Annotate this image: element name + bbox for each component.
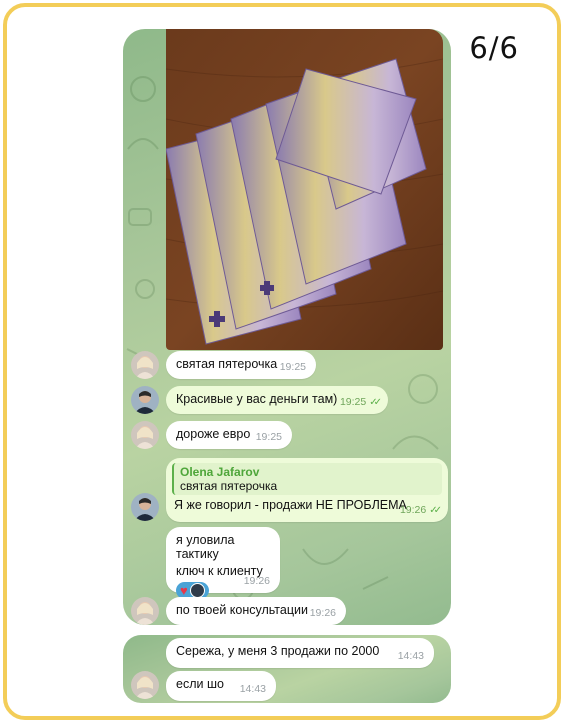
message-text: Я же говорил - продажи НЕ ПРОБЛЕМА — [174, 498, 407, 512]
message-bubble[interactable]: если шо 14:43 — [166, 671, 276, 701]
avatar-olena[interactable] — [131, 421, 159, 449]
message-bubble[interactable]: дороже евро 19:25 — [166, 421, 292, 449]
message-time: 19:26 — [243, 575, 270, 587]
message-time: 14:43 — [397, 650, 424, 662]
reactor-avatar — [189, 583, 205, 598]
message-bubble[interactable]: святая пятерочка 19:25 — [166, 351, 316, 379]
heart-icon: ♥ — [180, 583, 188, 598]
message-text: Красивые у вас деньги там) — [176, 392, 338, 406]
avatar-sergey[interactable] — [131, 493, 159, 521]
message-text: Сережа, у меня 3 продажи по 2000 — [176, 644, 380, 658]
chat-window-2: Сережа, у меня 3 продажи по 2000 14:43 е… — [123, 635, 451, 703]
message-bubble[interactable]: по твоей консультации 19:26 — [166, 597, 346, 625]
banknotes-photo[interactable] — [166, 29, 443, 350]
quote-author: Olena Jafarov — [180, 465, 260, 479]
message-time: 19:25 — [255, 431, 282, 443]
slide-counter: 6/6 — [469, 31, 519, 65]
message-meta: 19:25 ✓✓ — [339, 396, 382, 408]
message-text: святая пятерочка — [176, 357, 278, 371]
double-check-icon: ✓✓ — [429, 505, 442, 516]
avatar-olena[interactable] — [131, 597, 159, 625]
chat-window: святая пятерочка 19:25 Красивые у вас де… — [123, 29, 451, 625]
message-text: если шо — [176, 677, 224, 691]
message-time: 14:43 — [239, 683, 266, 695]
avatar-olena[interactable] — [131, 351, 159, 379]
avatar-sergey[interactable] — [131, 386, 159, 414]
quote-text: святая пятерочка — [180, 479, 278, 493]
avatar-olena[interactable] — [131, 671, 159, 699]
message-time: 19:25 — [279, 361, 306, 373]
reply-quote[interactable]: Olena Jafarov святая пятерочка — [172, 463, 442, 495]
double-check-icon: ✓✓ — [369, 397, 382, 408]
message-text: дороже евро — [176, 427, 251, 441]
message-bubble[interactable]: Сережа, у меня 3 продажи по 2000 14:43 — [166, 638, 434, 668]
message-meta: 19:26 ✓✓ — [399, 504, 442, 516]
message-text: по твоей консультации — [176, 603, 308, 617]
message-bubble[interactable]: Olena Jafarov святая пятерочка Я же гово… — [166, 458, 448, 522]
message-bubble[interactable]: я уловила тактику ключ к клиенту ♥ 19:26 — [166, 527, 280, 599]
message-line: я уловила тактику — [176, 533, 235, 561]
slide-frame: 6/6 святая пятерочка 19:25 Красивые у ва… — [3, 3, 561, 720]
message-time: 19:26 — [309, 607, 336, 619]
message-time: 19:26 — [399, 504, 427, 516]
message-time: 19:25 — [339, 396, 367, 408]
message-bubble[interactable]: Красивые у вас деньги там) 19:25 ✓✓ — [166, 386, 388, 414]
